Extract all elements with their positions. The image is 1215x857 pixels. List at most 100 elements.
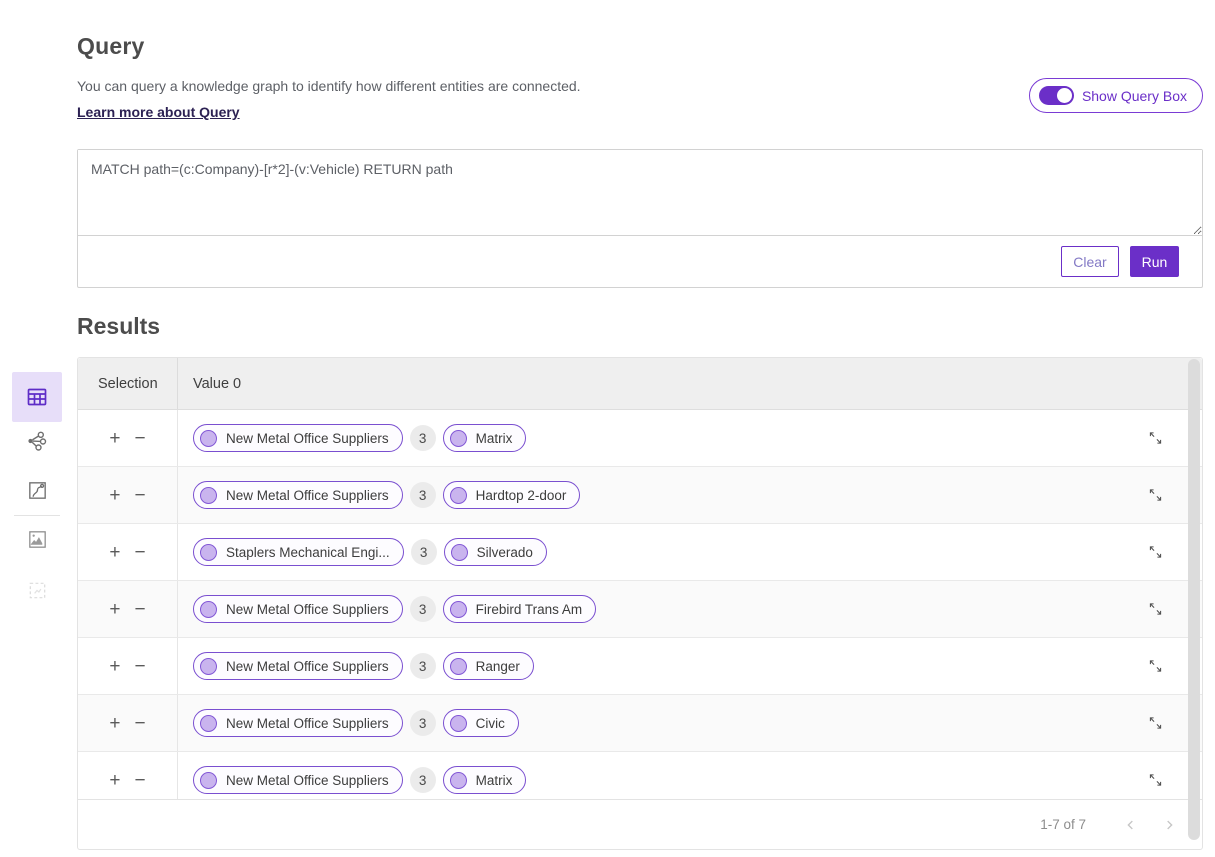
- table-icon: [25, 385, 49, 409]
- row-value-cell: New Metal Office Suppliers 3 Hardtop 2-d…: [178, 467, 1202, 523]
- source-entity-pill[interactable]: New Metal Office Suppliers: [193, 709, 403, 737]
- target-entity-label: Ranger: [476, 659, 520, 674]
- target-entity-pill[interactable]: Silverado: [444, 538, 547, 566]
- graph-nodes-icon: [25, 429, 49, 453]
- expand-row-button[interactable]: [1145, 770, 1166, 791]
- query-box: MATCH path=(c:Company)-[r*2]-(v:Vehicle)…: [77, 149, 1203, 288]
- hop-count-badge: 3: [410, 767, 436, 793]
- expand-diagonal-icon: [1147, 487, 1164, 504]
- entity-node-icon: [450, 487, 467, 504]
- expand-row-button[interactable]: [1145, 542, 1166, 563]
- learn-more-link[interactable]: Learn more about Query: [77, 104, 240, 120]
- target-entity-label: Civic: [476, 716, 505, 731]
- expand-row-button[interactable]: [1145, 656, 1166, 677]
- add-selection-button[interactable]: +: [106, 543, 123, 562]
- query-footer: Clear Run: [78, 236, 1202, 287]
- table-header: Selection Value 0: [78, 358, 1202, 410]
- sidebar-item-map-view[interactable]: [12, 518, 62, 560]
- view-switcher-sidebar: [12, 371, 62, 616]
- add-selection-button[interactable]: +: [106, 714, 123, 733]
- target-entity-pill[interactable]: Matrix: [443, 424, 527, 452]
- entity-node-icon: [450, 658, 467, 675]
- remove-selection-button[interactable]: −: [132, 771, 149, 790]
- remove-selection-button[interactable]: −: [132, 657, 149, 676]
- chevron-left-icon: [1124, 818, 1138, 832]
- add-selection-button[interactable]: +: [106, 771, 123, 790]
- row-value-cell: New Metal Office Suppliers 3 Ranger: [178, 638, 1202, 694]
- next-page-button[interactable]: [1150, 818, 1188, 832]
- target-entity-pill[interactable]: Hardtop 2-door: [443, 481, 581, 509]
- source-entity-label: New Metal Office Suppliers: [226, 659, 389, 674]
- source-entity-pill[interactable]: New Metal Office Suppliers: [193, 766, 403, 794]
- expand-row-button[interactable]: [1145, 713, 1166, 734]
- source-entity-pill[interactable]: New Metal Office Suppliers: [193, 652, 403, 680]
- sidebar-item-route-view[interactable]: [12, 469, 62, 511]
- dashed-box-icon: [26, 579, 49, 602]
- entity-node-icon: [450, 601, 467, 618]
- target-entity-label: Silverado: [477, 545, 533, 560]
- hop-count-badge: 3: [410, 710, 436, 736]
- chevron-right-icon: [1162, 818, 1176, 832]
- remove-selection-button[interactable]: −: [132, 486, 149, 505]
- remove-selection-button[interactable]: −: [132, 714, 149, 733]
- source-entity-pill[interactable]: New Metal Office Suppliers: [193, 595, 403, 623]
- column-header-value0: Value 0: [178, 358, 1202, 409]
- expand-diagonal-icon: [1147, 715, 1164, 732]
- row-value-cell: New Metal Office Suppliers 3 Firebird Tr…: [178, 581, 1202, 637]
- add-selection-button[interactable]: +: [106, 657, 123, 676]
- source-entity-pill[interactable]: New Metal Office Suppliers: [193, 424, 403, 452]
- target-entity-pill[interactable]: Firebird Trans Am: [443, 595, 597, 623]
- target-entity-pill[interactable]: Ranger: [443, 652, 534, 680]
- add-selection-button[interactable]: +: [106, 486, 123, 505]
- prev-page-button[interactable]: [1112, 818, 1150, 832]
- entity-node-icon: [200, 772, 217, 789]
- source-entity-label: Staplers Mechanical Engi...: [226, 545, 390, 560]
- entity-node-icon: [200, 715, 217, 732]
- add-selection-button[interactable]: +: [106, 429, 123, 448]
- row-selection-cell: + −: [78, 410, 178, 466]
- hop-count-badge: 3: [410, 425, 436, 451]
- entity-node-icon: [450, 430, 467, 447]
- show-query-box-toggle[interactable]: Show Query Box: [1029, 78, 1203, 113]
- row-selection-cell: + −: [78, 752, 178, 799]
- row-value-cell: New Metal Office Suppliers 3 Matrix: [178, 752, 1202, 799]
- table-body: + − New Metal Office Suppliers 3 Matrix: [78, 410, 1202, 799]
- target-entity-pill[interactable]: Civic: [443, 709, 519, 737]
- expand-diagonal-icon: [1147, 430, 1164, 447]
- clear-button[interactable]: Clear: [1061, 246, 1119, 277]
- table-row: + − New Metal Office Suppliers 3 Civic: [78, 695, 1202, 752]
- row-selection-cell: + −: [78, 638, 178, 694]
- toggle-switch-icon[interactable]: [1039, 86, 1074, 105]
- row-value-cell: Staplers Mechanical Engi... 3 Silverado: [178, 524, 1202, 580]
- expand-row-button[interactable]: [1145, 599, 1166, 620]
- source-entity-pill[interactable]: New Metal Office Suppliers: [193, 481, 403, 509]
- results-title: Results: [77, 313, 1203, 340]
- map-box-icon: [26, 528, 49, 551]
- sidebar-item-table-view[interactable]: [12, 372, 62, 422]
- expand-diagonal-icon: [1147, 658, 1164, 675]
- query-input[interactable]: MATCH path=(c:Company)-[r*2]-(v:Vehicle)…: [78, 150, 1202, 236]
- toggle-label: Show Query Box: [1082, 88, 1187, 104]
- remove-selection-button[interactable]: −: [132, 543, 149, 562]
- query-page: Query You can query a knowledge graph to…: [77, 0, 1203, 850]
- expand-row-button[interactable]: [1145, 428, 1166, 449]
- sidebar-item-selection-view[interactable]: [12, 569, 62, 611]
- table-row: + − New Metal Office Suppliers 3 Firebir…: [78, 581, 1202, 638]
- hop-count-badge: 3: [411, 539, 437, 565]
- vertical-scrollbar[interactable]: [1188, 359, 1200, 840]
- row-value-cell: New Metal Office Suppliers 3 Matrix: [178, 410, 1202, 466]
- target-entity-pill[interactable]: Matrix: [443, 766, 527, 794]
- sidebar-item-link-chart-view[interactable]: [12, 420, 62, 462]
- expand-row-button[interactable]: [1145, 485, 1166, 506]
- add-selection-button[interactable]: +: [106, 600, 123, 619]
- source-entity-pill[interactable]: Staplers Mechanical Engi...: [193, 538, 404, 566]
- remove-selection-button[interactable]: −: [132, 429, 149, 448]
- run-button[interactable]: Run: [1130, 246, 1179, 277]
- column-header-selection: Selection: [78, 358, 178, 409]
- table-row: + − New Metal Office Suppliers 3 Matrix: [78, 752, 1202, 799]
- remove-selection-button[interactable]: −: [132, 600, 149, 619]
- source-entity-label: New Metal Office Suppliers: [226, 602, 389, 617]
- table-row: + − New Metal Office Suppliers 3 Matrix: [78, 410, 1202, 467]
- row-value-cell: New Metal Office Suppliers 3 Civic: [178, 695, 1202, 751]
- pagination-range: 1-7 of 7: [1040, 817, 1086, 832]
